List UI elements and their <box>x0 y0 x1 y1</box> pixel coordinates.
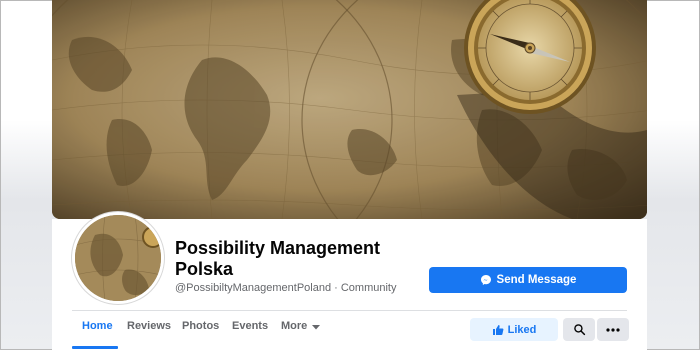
active-tab-indicator <box>72 346 118 349</box>
send-message-label: Send Message <box>496 274 577 286</box>
messenger-icon <box>480 275 491 285</box>
tab-events-label: Events <box>232 320 269 332</box>
ellipsis-icon <box>606 327 620 332</box>
tab-home-label: Home <box>82 320 113 332</box>
tab-more-label: More <box>281 320 308 332</box>
page-handle-category: @PossibiltyManagementPoland · Community <box>175 282 397 294</box>
tab-more[interactable]: More <box>281 320 321 350</box>
liked-button[interactable]: Liked <box>470 318 558 341</box>
antique-map-with-compass-image <box>52 0 647 219</box>
page-title: Possibility Management Polska <box>175 238 381 279</box>
search-button[interactable] <box>563 318 595 341</box>
tab-reviews-label: Reviews <box>127 320 172 332</box>
thumbs-up-icon <box>492 324 504 335</box>
tab-photos[interactable]: Photos <box>182 320 219 350</box>
send-message-button[interactable]: Send Message <box>429 267 627 293</box>
tab-reviews[interactable]: Reviews <box>127 320 171 350</box>
more-options-button[interactable] <box>597 318 629 341</box>
tab-photos-label: Photos <box>182 320 220 332</box>
profile-avatar[interactable] <box>72 212 164 304</box>
header-divider <box>72 310 627 311</box>
liked-label: Liked <box>507 323 537 336</box>
search-icon <box>573 324 585 336</box>
avatar-map-image <box>75 215 161 301</box>
tab-events[interactable]: Events <box>232 320 268 350</box>
cover-photo[interactable] <box>52 0 647 219</box>
caret-down-icon <box>312 325 321 330</box>
